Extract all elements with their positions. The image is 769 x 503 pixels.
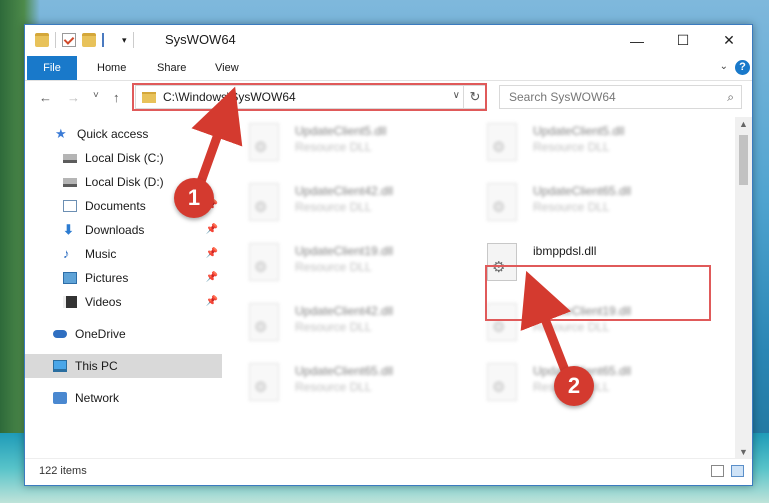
annotation-arrows xyxy=(191,86,573,383)
annotation-arrow-1 xyxy=(191,86,243,195)
step-badge-1: 1 xyxy=(174,178,214,218)
step-badge-2: 2 xyxy=(554,366,594,406)
annotation-arrow-2 xyxy=(520,270,573,383)
